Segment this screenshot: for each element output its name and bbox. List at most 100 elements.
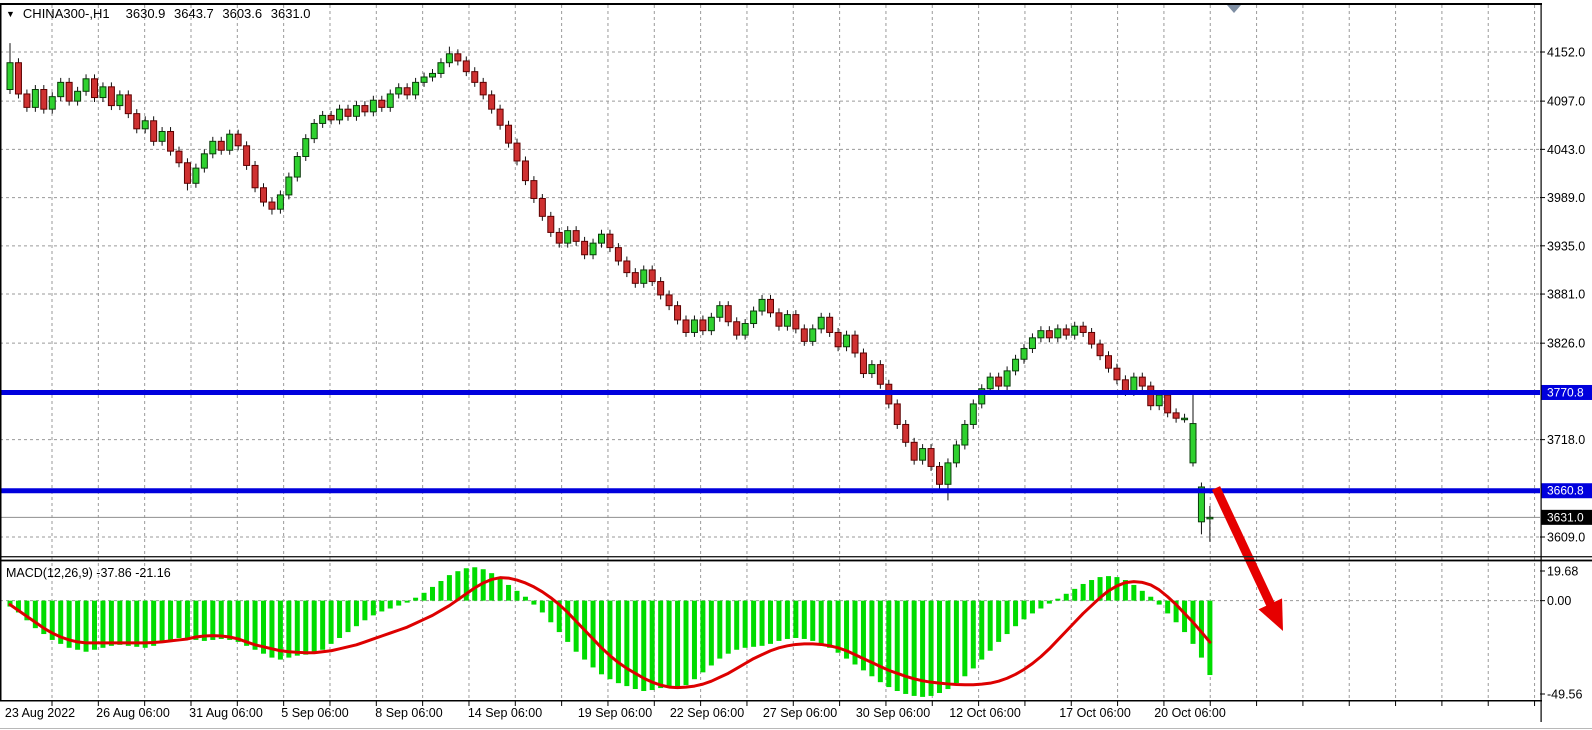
macd-histogram-bar <box>210 601 215 640</box>
candle <box>32 90 38 108</box>
macd-histogram-bar <box>709 601 714 666</box>
left-border <box>0 3 2 701</box>
candle <box>675 306 681 320</box>
ohlc-values-label: 3630.9 3643.7 3603.6 3631.0 <box>126 6 311 21</box>
macd-histogram-bar <box>616 601 621 683</box>
macd-histogram-bar <box>498 579 503 601</box>
macd-histogram-bar <box>185 601 190 639</box>
price-axis-label: 3935.0 <box>1547 239 1585 253</box>
candle <box>404 88 410 95</box>
candle <box>201 154 207 168</box>
current-price-badge-label: 3631.0 <box>1547 510 1584 524</box>
candle <box>877 365 883 385</box>
macd-histogram-bar <box>996 601 1001 642</box>
macd-histogram-bar <box>903 601 908 694</box>
macd-histogram-bar <box>1055 599 1060 601</box>
macd-histogram-bar <box>1140 591 1145 601</box>
candle <box>632 273 638 284</box>
macd-histogram-bar <box>244 601 249 646</box>
time-axis-label: 19 Sep 06:00 <box>578 706 652 720</box>
macd-histogram-bar <box>379 601 384 612</box>
candle <box>1122 380 1128 392</box>
macd-histogram-bar <box>126 601 131 646</box>
candle <box>58 82 64 96</box>
time-axis-label: 22 Sep 06:00 <box>670 706 744 720</box>
candle <box>1029 338 1035 349</box>
candle <box>793 315 799 329</box>
candle <box>708 317 714 330</box>
bottom-border <box>0 700 1542 702</box>
time-axis-label: 14 Sep 06:00 <box>468 706 542 720</box>
macd-histogram-bar <box>329 601 334 644</box>
arrow-shaft[interactable] <box>1216 488 1273 609</box>
candle <box>1156 395 1162 406</box>
macd-histogram-bar <box>455 571 460 600</box>
macd-histogram-bar <box>346 601 351 632</box>
macd-histogram-bar <box>658 601 663 688</box>
candle <box>92 79 98 98</box>
macd-histogram-bar <box>320 601 325 650</box>
macd-histogram-bar <box>988 601 993 651</box>
candle <box>125 95 131 114</box>
gridlines <box>0 5 1540 700</box>
candle <box>514 143 520 161</box>
candle <box>869 365 875 374</box>
macd-histogram-bar <box>574 601 579 652</box>
candle <box>1139 377 1145 386</box>
macd-histogram-bar <box>827 601 832 648</box>
candle <box>387 94 393 107</box>
macd-histogram-bar <box>1005 601 1010 634</box>
macd-histogram-bar <box>413 598 418 601</box>
candle <box>751 311 757 324</box>
chart-shift-marker-icon[interactable] <box>1227 5 1241 13</box>
candle <box>41 90 47 110</box>
trend-arrow-annotation[interactable] <box>1216 488 1283 631</box>
price-axis-label: 4097.0 <box>1547 95 1585 109</box>
macd-histogram-bar <box>396 601 401 606</box>
macd-histogram-bar <box>303 601 308 655</box>
macd-histogram-bar <box>1038 601 1043 609</box>
macd-histogram-bar <box>650 601 655 690</box>
candle <box>818 317 824 329</box>
macd-histogram-bar <box>515 591 520 601</box>
macd-histogram <box>8 567 1213 697</box>
macd-histogram-bar <box>793 601 798 638</box>
chart-header: ▼ CHINA300-,H1 3630.9 3643.7 3603.6 3631… <box>6 6 311 21</box>
time-axis-label: 12 Oct 06:00 <box>949 706 1021 720</box>
macd-histogram-bar <box>362 601 367 621</box>
macd-histogram-bar <box>1072 589 1077 601</box>
candle <box>463 61 469 72</box>
macd-histogram-bar <box>734 601 739 650</box>
current-price-badge: 3631.0 <box>1541 510 1592 525</box>
macd-histogram-bar <box>684 601 689 685</box>
candle <box>328 115 334 119</box>
candle <box>928 449 934 467</box>
macd-histogram-bar <box>472 567 477 600</box>
macd-axis-label: -49.56 <box>1547 688 1582 702</box>
candle <box>1097 344 1103 356</box>
candle <box>1114 368 1120 380</box>
candle <box>472 72 478 83</box>
candle <box>1131 377 1137 391</box>
macd-histogram-bar <box>523 597 528 601</box>
macd-histogram-bar <box>768 601 773 644</box>
candle <box>945 463 951 484</box>
macd-histogram-bar <box>168 601 173 640</box>
candle <box>565 231 571 244</box>
candle <box>759 299 765 311</box>
candle <box>480 82 486 95</box>
macd-axis: 19.680.00-49.56 <box>1540 565 1582 702</box>
price-level-lines[interactable]: 3770.83660.8 <box>0 385 1592 498</box>
macd-histogram-bar <box>422 593 427 601</box>
candle <box>159 131 165 141</box>
macd-histogram-bar <box>717 601 722 659</box>
chart-canvas[interactable]: 3770.83660.83631.04152.04097.04043.03989… <box>0 0 1592 730</box>
macd-histogram-bar <box>1022 601 1027 620</box>
candle <box>117 95 123 106</box>
macd-axis-label: 19.68 <box>1547 565 1578 579</box>
expander-icon[interactable]: ▼ <box>6 9 15 19</box>
candle <box>599 234 605 243</box>
candle <box>24 94 30 107</box>
candle <box>227 134 233 150</box>
macd-histogram-bar <box>548 601 553 623</box>
